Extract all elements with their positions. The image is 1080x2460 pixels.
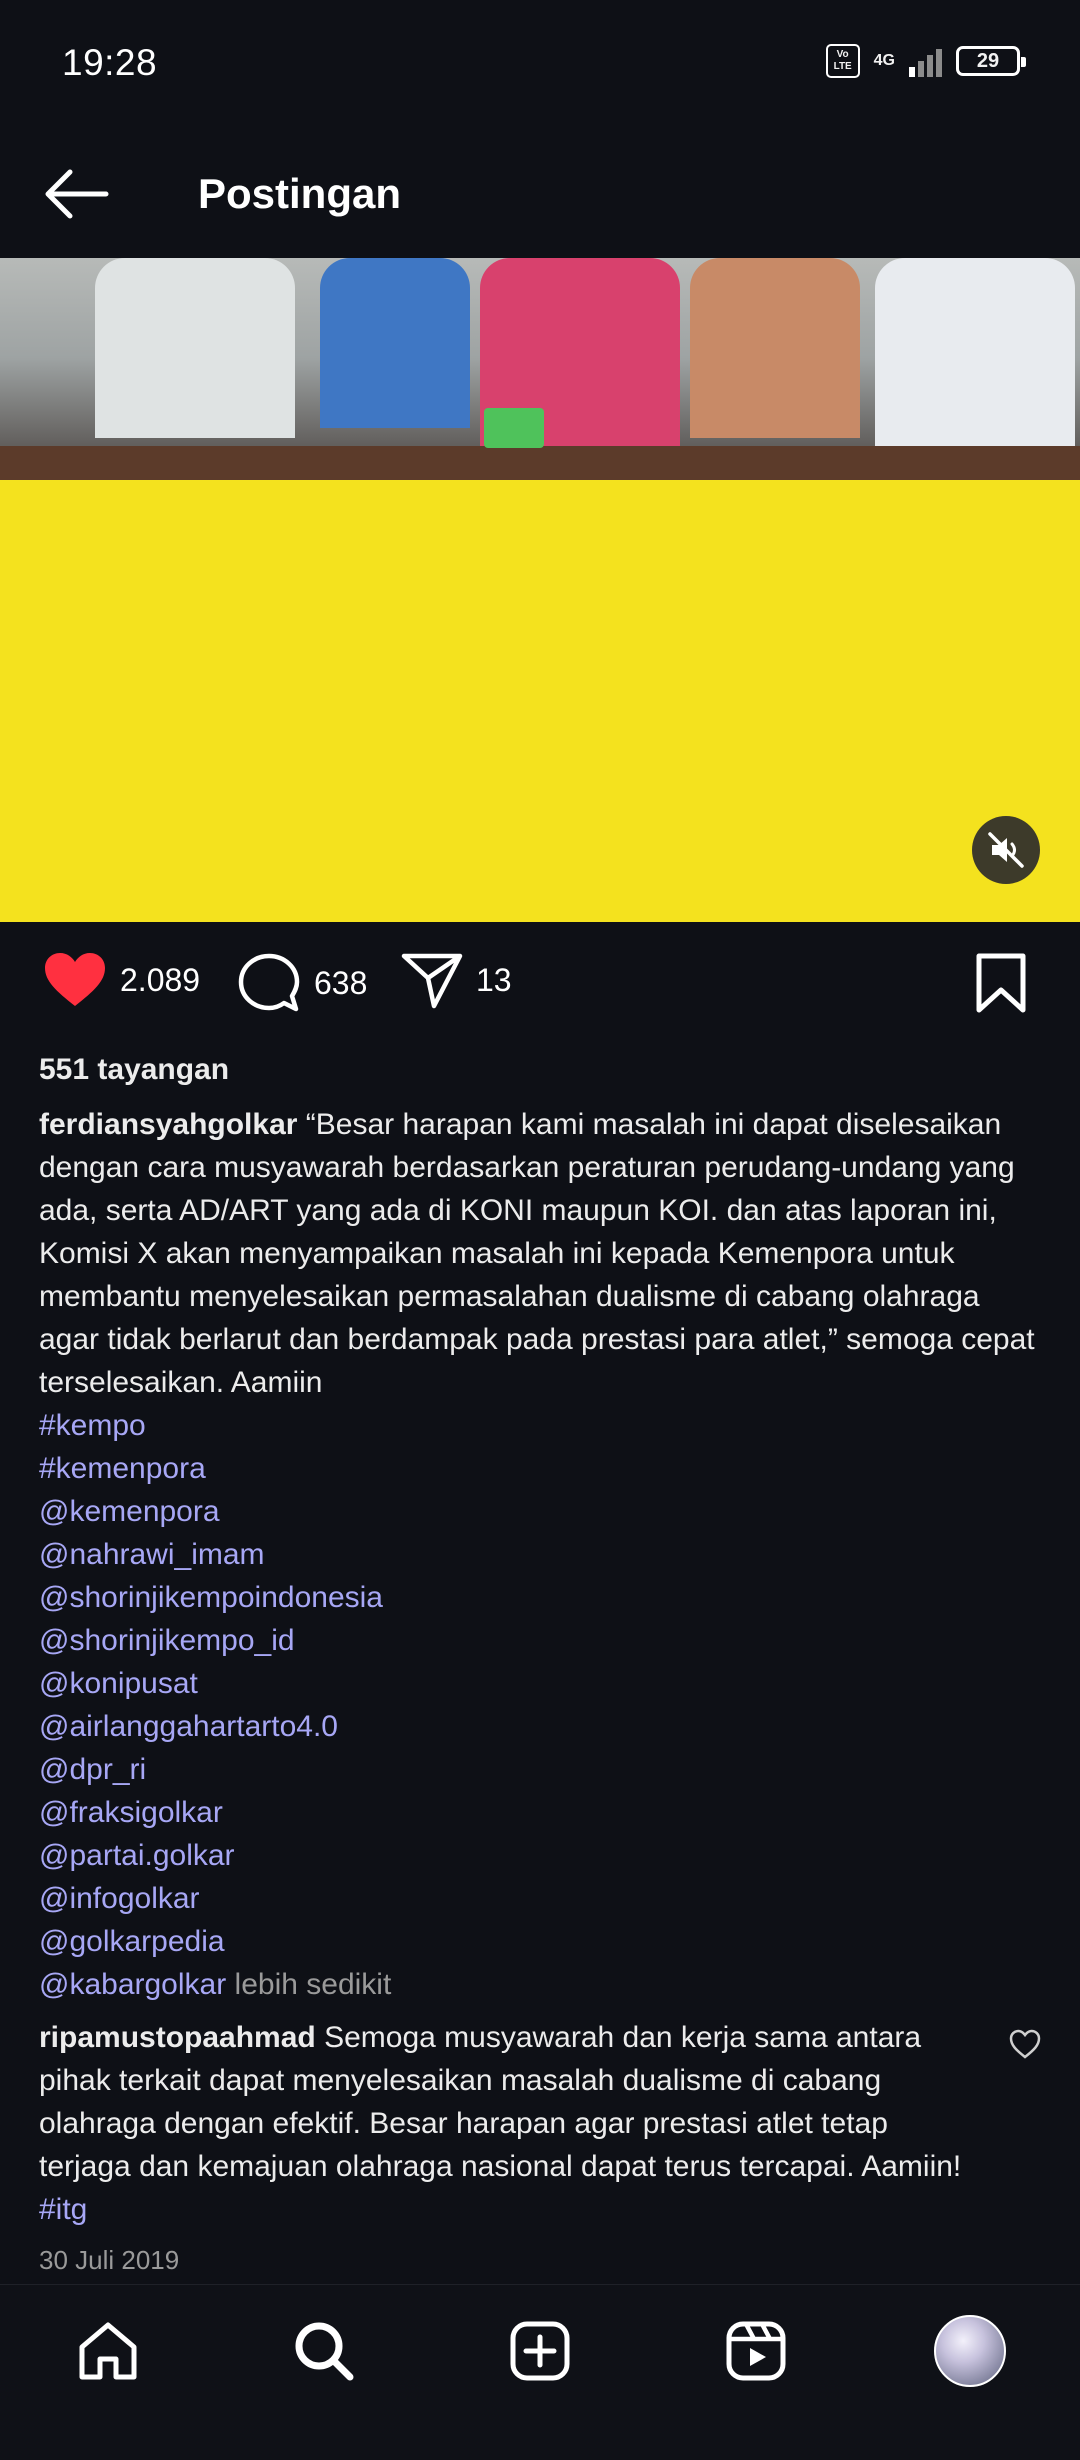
mention-link[interactable]: @kemenpora bbox=[39, 1490, 1044, 1533]
nav-profile[interactable] bbox=[934, 2315, 1006, 2387]
screen: 19:28 Vo LTE 4G 29 Postingan 2.089 638 1… bbox=[0, 0, 1080, 2460]
caption-text: “Besar harapan kami masalah ini dapat di… bbox=[39, 1108, 1035, 1399]
post-photo bbox=[0, 258, 1080, 480]
show-less-link[interactable]: lebih sedikit bbox=[226, 1968, 392, 2001]
reels-icon bbox=[726, 2321, 786, 2381]
share-button[interactable]: 13 bbox=[400, 950, 512, 1010]
nav-search[interactable] bbox=[288, 2315, 360, 2387]
nav-reels[interactable] bbox=[720, 2315, 792, 2387]
page-title: Postingan bbox=[198, 170, 402, 217]
comment-button[interactable]: 638 bbox=[236, 950, 367, 1016]
header: Postingan bbox=[0, 130, 1080, 258]
mention-link[interactable]: @fraksigolkar bbox=[39, 1791, 1044, 1834]
post-date: 30 Juli 2019 bbox=[39, 2245, 180, 2275]
mention-link[interactable]: @konipusat bbox=[39, 1662, 1044, 1705]
mention-link[interactable]: @shorinjikempo_id bbox=[39, 1619, 1044, 1662]
back-arrow-icon[interactable] bbox=[40, 158, 112, 230]
author-username[interactable]: ferdiansyahgolkar bbox=[39, 1108, 297, 1141]
heart-filled-icon bbox=[45, 953, 105, 1006]
battery-icon: 29 bbox=[956, 46, 1026, 76]
mention-link[interactable]: @infogolkar bbox=[39, 1877, 1044, 1920]
post-caption: ferdiansyahgolkar “Besar harapan kami ma… bbox=[39, 1103, 1044, 2006]
hashtag-link[interactable]: #itg bbox=[39, 2193, 87, 2226]
speaker-muted-icon bbox=[988, 832, 1024, 868]
avatar bbox=[934, 2315, 1006, 2387]
comment-item: ripamustopaahmad Semoga musyawarah dan k… bbox=[39, 2016, 1044, 2231]
photo-object bbox=[484, 408, 544, 448]
mention-link[interactable]: @shorinjikempoindonesia bbox=[39, 1576, 1044, 1619]
save-button[interactable] bbox=[974, 952, 1028, 1019]
comment-count: 638 bbox=[314, 964, 368, 1001]
heart-outline-icon bbox=[1009, 2029, 1041, 2059]
network-type-label: 4G bbox=[873, 52, 895, 69]
post-media[interactable] bbox=[0, 258, 1080, 922]
status-icons: Vo LTE 4G 29 bbox=[825, 44, 1026, 78]
signal-icon bbox=[909, 45, 942, 77]
comment-bubble-icon bbox=[238, 953, 300, 1012]
photo-figure bbox=[875, 258, 1075, 448]
add-post-icon bbox=[510, 2321, 570, 2381]
view-count: 551 tayangan bbox=[39, 1053, 230, 1086]
bottom-navigation bbox=[0, 2284, 1080, 2460]
mention-link[interactable]: @dpr_ri bbox=[39, 1748, 1044, 1791]
nav-create[interactable] bbox=[504, 2315, 576, 2387]
comment-like-button[interactable] bbox=[1008, 2028, 1042, 2062]
volte-icon: Vo LTE bbox=[825, 44, 860, 78]
mention-link[interactable]: @kabargolkar bbox=[39, 1968, 226, 2001]
photo-figure bbox=[95, 258, 295, 438]
caption-last-line: @kabargolkar lebih sedikit bbox=[39, 1963, 1044, 2006]
commenter-username[interactable]: ripamustopaahmad bbox=[39, 2021, 316, 2054]
bookmark-icon bbox=[976, 953, 1026, 1013]
mention-link[interactable]: @airlanggahartarto4.0 bbox=[39, 1705, 1044, 1748]
mute-button[interactable] bbox=[972, 816, 1040, 884]
share-count: 13 bbox=[476, 961, 512, 998]
search-icon bbox=[295, 2322, 354, 2381]
mention-link[interactable]: @nahrawi_imam bbox=[39, 1533, 1044, 1576]
hashtag-link[interactable]: #kempo bbox=[39, 1404, 1044, 1447]
status-time: 19:28 bbox=[62, 42, 158, 83]
action-bar: 2.089 638 13 bbox=[0, 950, 1080, 1022]
home-icon bbox=[79, 2322, 137, 2380]
photo-figure bbox=[320, 258, 470, 428]
mention-link[interactable]: @partai.golkar bbox=[39, 1834, 1044, 1877]
mention-link[interactable]: @golkarpedia bbox=[39, 1920, 1044, 1963]
like-button[interactable]: 2.089 bbox=[42, 950, 200, 1010]
post-content: 551 tayangan ferdiansyahgolkar “Besar ha… bbox=[39, 1048, 1044, 2282]
like-count: 2.089 bbox=[120, 961, 201, 998]
photo-figure bbox=[690, 258, 860, 438]
send-paper-plane-icon bbox=[401, 953, 463, 1009]
status-bar: 19:28 Vo LTE 4G 29 bbox=[0, 0, 1080, 130]
nav-home[interactable] bbox=[72, 2315, 144, 2387]
hashtag-link[interactable]: #kemenpora bbox=[39, 1447, 1044, 1490]
photo-table bbox=[0, 446, 1080, 480]
